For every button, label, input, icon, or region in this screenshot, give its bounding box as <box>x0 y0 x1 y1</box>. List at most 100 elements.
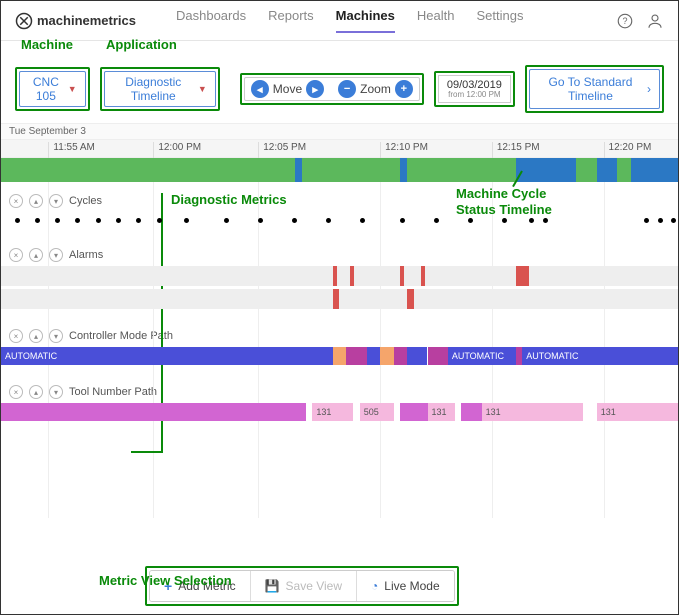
cycle-dot[interactable] <box>671 218 676 223</box>
cycle-dot[interactable] <box>529 218 534 223</box>
status-segment[interactable] <box>617 158 631 182</box>
cycle-dot[interactable] <box>55 218 60 223</box>
segment[interactable] <box>516 347 523 365</box>
alarm-mark[interactable] <box>333 289 340 309</box>
cycle-dot[interactable] <box>116 218 121 223</box>
status-segment[interactable] <box>295 158 302 182</box>
lane-moveup-button[interactable]: ▴ <box>29 194 43 208</box>
tab-settings[interactable]: Settings <box>476 8 523 33</box>
machine-dropdown[interactable]: CNC 105 ▼ <box>19 71 86 107</box>
cycle-dot[interactable] <box>434 218 439 223</box>
alarms-track-2[interactable] <box>1 289 678 309</box>
date-picker[interactable]: 09/03/2019 from 12:00 PM <box>438 75 511 104</box>
segment[interactable]: 131 <box>482 403 584 421</box>
zoom-out-button[interactable]: − <box>338 80 356 98</box>
user-icon[interactable] <box>646 12 664 30</box>
status-timeline[interactable] <box>1 158 678 182</box>
lane-movedown-button[interactable]: ▾ <box>49 385 63 399</box>
cycle-dot[interactable] <box>157 218 162 223</box>
application-dropdown[interactable]: Diagnostic Timeline ▼ <box>104 71 216 107</box>
cycle-dot[interactable] <box>136 218 141 223</box>
help-icon[interactable]: ? <box>616 12 634 30</box>
status-segment[interactable] <box>302 158 400 182</box>
lane-movedown-button[interactable]: ▾ <box>49 248 63 262</box>
segment[interactable] <box>333 347 347 365</box>
segment[interactable]: AUTOMATIC <box>448 347 516 365</box>
cycles-track[interactable] <box>1 214 678 228</box>
controller-track[interactable]: AUTOMATIC AUTOMATIC AUTOMATIC <box>1 347 678 365</box>
tab-dashboards[interactable]: Dashboards <box>176 8 246 33</box>
lane-remove-button[interactable]: × <box>9 248 23 262</box>
segment[interactable]: AUTOMATIC <box>1 347 333 365</box>
logo: machinemetrics <box>15 12 136 30</box>
cycle-dot[interactable] <box>360 218 365 223</box>
cycle-dot[interactable] <box>326 218 331 223</box>
tool-track[interactable]: 131 505 131 131 131 <box>1 403 678 421</box>
segment[interactable]: 505 <box>360 403 394 421</box>
tab-health[interactable]: Health <box>417 8 455 33</box>
cycle-dot[interactable] <box>658 218 663 223</box>
lane-label-alarms: Alarms <box>69 249 103 261</box>
segment[interactable]: AUTOMATIC <box>522 347 678 365</box>
tab-reports[interactable]: Reports <box>268 8 314 33</box>
status-segment[interactable] <box>576 158 596 182</box>
status-segment[interactable] <box>631 158 678 182</box>
lane-header-tool: × ▴ ▾ Tool Number Path <box>1 379 678 401</box>
alarm-mark[interactable] <box>407 289 414 309</box>
alarms-track-1[interactable] <box>1 266 678 286</box>
lane-moveup-button[interactable]: ▴ <box>29 385 43 399</box>
cycle-dot[interactable] <box>292 218 297 223</box>
alarm-mark[interactable] <box>421 266 425 286</box>
cycle-dot[interactable] <box>502 218 507 223</box>
alarm-mark[interactable] <box>333 266 337 286</box>
segment[interactable] <box>394 347 408 365</box>
move-left-button[interactable]: ◂ <box>251 80 269 98</box>
segment[interactable]: 131 <box>428 403 455 421</box>
lane-remove-button[interactable]: × <box>9 194 23 208</box>
alarm-mark[interactable] <box>516 266 530 286</box>
segment[interactable] <box>367 347 381 365</box>
lane-remove-button[interactable]: × <box>9 329 23 343</box>
cycle-dot[interactable] <box>75 218 80 223</box>
status-segment[interactable] <box>400 158 407 182</box>
annot-diag-metrics: Diagnostic Metrics <box>171 192 287 207</box>
cycle-dot[interactable] <box>184 218 189 223</box>
caret-down-icon: ▼ <box>68 84 77 94</box>
segment[interactable] <box>380 347 394 365</box>
live-mode-button[interactable]: ◔ Live Mode <box>357 571 454 601</box>
status-segment[interactable] <box>407 158 515 182</box>
tab-machines[interactable]: Machines <box>336 8 395 33</box>
segment[interactable]: 131 <box>597 403 678 421</box>
zoom-in-button[interactable]: + <box>395 80 413 98</box>
segment[interactable] <box>400 403 427 421</box>
brand-name: machinemetrics <box>37 13 136 28</box>
cycle-dot[interactable] <box>258 218 263 223</box>
lane-moveup-button[interactable]: ▴ <box>29 329 43 343</box>
status-segment[interactable] <box>597 158 617 182</box>
segment[interactable] <box>346 347 366 365</box>
cycle-dot[interactable] <box>35 218 40 223</box>
cycle-dot[interactable] <box>15 218 20 223</box>
segment[interactable]: 131 <box>312 403 353 421</box>
cycle-dot[interactable] <box>468 218 473 223</box>
lane-movedown-button[interactable]: ▾ <box>49 329 63 343</box>
lane-moveup-button[interactable]: ▴ <box>29 248 43 262</box>
cycle-dot[interactable] <box>224 218 229 223</box>
standard-timeline-button[interactable]: Go To Standard Timeline › <box>529 69 660 109</box>
status-segment[interactable] <box>516 158 577 182</box>
save-view-label: Save View <box>286 579 342 593</box>
segment[interactable] <box>1 403 306 421</box>
cycle-dot[interactable] <box>644 218 649 223</box>
cycle-dot[interactable] <box>400 218 405 223</box>
segment[interactable] <box>428 347 448 365</box>
cycle-dot[interactable] <box>543 218 548 223</box>
lane-movedown-button[interactable]: ▾ <box>49 194 63 208</box>
move-right-button[interactable]: ▸ <box>306 80 324 98</box>
segment[interactable] <box>407 347 427 365</box>
status-segment[interactable] <box>1 158 295 182</box>
segment[interactable] <box>461 403 481 421</box>
cycle-dot[interactable] <box>96 218 101 223</box>
alarm-mark[interactable] <box>400 266 404 286</box>
alarm-mark[interactable] <box>350 266 354 286</box>
lane-remove-button[interactable]: × <box>9 385 23 399</box>
